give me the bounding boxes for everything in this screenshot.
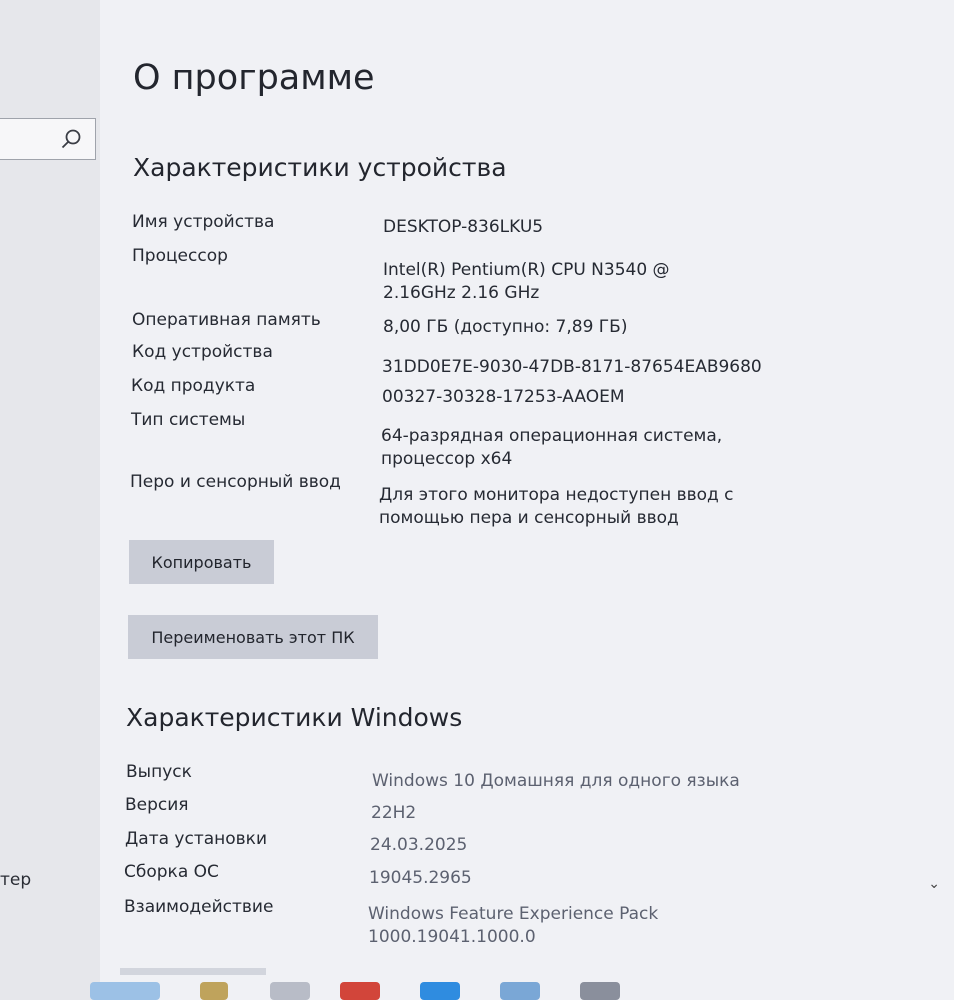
- device-name-value: DESKTOP-836LKU5: [383, 217, 544, 237]
- edition-label: Выпуск: [126, 762, 192, 782]
- search-icon[interactable]: [59, 127, 83, 151]
- system-type-value: 64-разрядная операционная система, проце…: [381, 425, 722, 471]
- processor-value-line-2: 2.16GHz 2.16 GHz: [383, 283, 540, 303]
- processor-value: Intel(R) Pentium(R) CPU N3540 @ 2.16GHz …: [383, 259, 670, 305]
- rename-pc-button[interactable]: Переименовать этот ПК: [128, 615, 378, 659]
- about-page: О программе Характеристики устройства Им…: [100, 0, 954, 1000]
- device-specs-heading: Характеристики устройства: [133, 153, 507, 182]
- pen-touch-value-line-1: Для этого монитора недоступен ввод с: [379, 485, 734, 505]
- copy-button[interactable]: Копировать: [129, 540, 274, 584]
- settings-navigation-pane: тер: [0, 0, 101, 1000]
- install-date-value: 24.03.2025: [370, 835, 468, 855]
- device-name-label: Имя устройства: [132, 212, 275, 232]
- windows-specs-heading: Характеристики Windows: [126, 703, 463, 732]
- pen-touch-value-line-2: помощью пера и сенсорный ввод: [379, 508, 679, 528]
- os-build-label: Сборка ОС: [124, 862, 219, 882]
- settings-search-box[interactable]: [0, 118, 96, 160]
- scroll-strip: [120, 968, 266, 975]
- experience-value: Windows Feature Experience Pack 1000.190…: [368, 903, 658, 949]
- experience-label: Взаимодействие: [124, 897, 274, 917]
- nav-item-partial-label[interactable]: тер: [0, 870, 31, 890]
- ram-value: 8,00 ГБ (доступно: 7,89 ГБ): [383, 317, 628, 337]
- taskbar: [0, 968, 954, 1000]
- taskbar-app-icon-1[interactable]: [90, 982, 160, 1000]
- device-id-value: 31DD0E7E-9030-47DB-8171-87654EAB9680: [382, 357, 762, 377]
- pen-touch-value: Для этого монитора недоступен ввод с пом…: [379, 484, 734, 530]
- product-id-value: 00327-30328-17253-AAOEM: [382, 387, 625, 407]
- taskbar-app-icon-2[interactable]: [200, 982, 228, 1000]
- taskbar-app-icon-3[interactable]: [270, 982, 310, 1000]
- install-date-label: Дата установки: [125, 829, 268, 849]
- os-build-value: 19045.2965: [369, 868, 472, 888]
- edition-value: Windows 10 Домашняя для одного языка: [372, 771, 740, 791]
- system-type-value-line-2: процессор x64: [381, 449, 513, 469]
- taskbar-app-icon-4[interactable]: [340, 982, 380, 1000]
- taskbar-app-icon-5[interactable]: [420, 982, 460, 1000]
- taskbar-app-icon-7[interactable]: [580, 982, 620, 1000]
- ram-label: Оперативная память: [132, 310, 321, 330]
- device-id-label: Код устройства: [132, 342, 273, 362]
- system-type-value-line-1: 64-разрядная операционная система,: [381, 426, 723, 446]
- version-label: Версия: [125, 795, 189, 815]
- version-value: 22H2: [371, 803, 417, 823]
- pen-touch-label: Перо и сенсорный ввод: [130, 472, 341, 492]
- processor-label: Процессор: [132, 246, 228, 266]
- taskbar-app-icon-6[interactable]: [500, 982, 540, 1000]
- experience-value-line-2: 1000.19041.1000.0: [368, 927, 536, 947]
- experience-value-line-1: Windows Feature Experience Pack: [368, 904, 659, 924]
- page-title: О программе: [133, 58, 375, 98]
- processor-value-line-1: Intel(R) Pentium(R) CPU N3540 @: [383, 260, 670, 280]
- small-chevron-icon: ⌄: [928, 876, 940, 892]
- system-type-label: Тип системы: [131, 410, 246, 430]
- product-id-label: Код продукта: [131, 376, 256, 396]
